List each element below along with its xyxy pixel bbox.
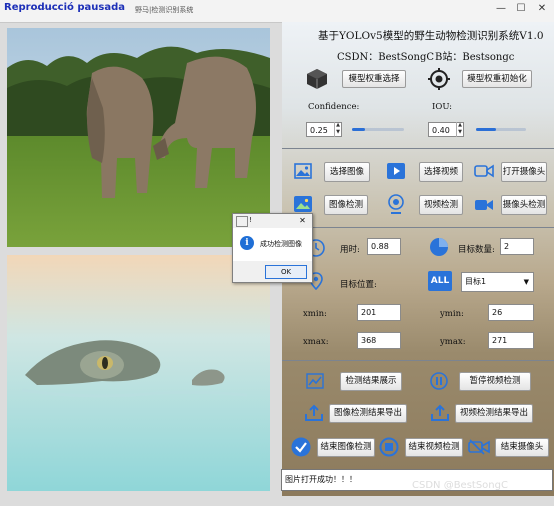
playback-paused-overlay: Reproducció pausada xyxy=(4,2,125,13)
dialog-ok-button[interactable]: OK xyxy=(265,265,307,279)
camera-detect-button[interactable]: 摄像头检测 xyxy=(501,195,547,215)
chevron-down-icon: ▼ xyxy=(523,278,529,286)
video-icon[interactable] xyxy=(386,162,406,180)
end-image-detect-button[interactable]: 结束图像检测 xyxy=(317,438,375,457)
ymin-label: ymin: xyxy=(440,309,464,319)
confidence-value: 0.25 xyxy=(310,126,328,135)
target-count-value: 2 xyxy=(500,238,534,255)
divider xyxy=(282,360,554,361)
confidence-label: Confidence: xyxy=(308,102,360,112)
dialog-body: i 成功检测图像 xyxy=(233,228,312,261)
close-window-button[interactable]: ✕ xyxy=(535,2,549,16)
status-text: 图片打开成功！！！ xyxy=(285,475,357,484)
maximize-button[interactable]: ☐ xyxy=(514,2,528,16)
target-select-value: 目标1 xyxy=(465,277,487,286)
end-camera-button[interactable]: 结束摄像头 xyxy=(495,438,549,457)
pause-video-detect-button[interactable]: 暂停视频检测 xyxy=(459,372,531,391)
target-position-label: 目标位置: xyxy=(340,280,377,290)
camera-detect-icon[interactable] xyxy=(473,196,495,214)
dialog-title: ! xyxy=(249,216,252,224)
app-title: 基于YOLOv5模型的野生动物检测识别系统V1.0 xyxy=(318,30,544,42)
bilibili-label: B站：Bestsongc xyxy=(435,52,515,63)
export-image-results-button[interactable]: 图像检测结果导出 xyxy=(329,404,407,423)
original-image-view xyxy=(7,28,270,247)
all-targets-icon: ALL xyxy=(428,271,452,291)
select-video-button[interactable]: 选择视频 xyxy=(419,162,463,182)
divider xyxy=(282,148,554,149)
confidence-spin-arrows[interactable]: ▲ ▼ xyxy=(334,122,341,137)
target-icon[interactable] xyxy=(427,67,451,91)
detection-result-image-view xyxy=(7,255,270,491)
open-camera-button[interactable]: 打开摄像头 xyxy=(501,162,547,182)
window-title: 野马|检测识别系统 xyxy=(135,6,194,14)
window-titlebar: ····· · ····· 野马|检测识别系统 Reproducció paus… xyxy=(0,0,554,23)
time-label: 用时: xyxy=(340,245,360,255)
image-detect-button[interactable]: 图像检测 xyxy=(324,195,368,215)
iou-slider-fill xyxy=(476,128,496,131)
pause-icon[interactable] xyxy=(429,371,449,391)
stop-icon[interactable] xyxy=(378,436,400,458)
iou-label: IOU: xyxy=(432,102,453,112)
message-dialog: ! ✕ i 成功检测图像 OK xyxy=(232,213,313,283)
end-video-detect-button[interactable]: 结束视频检测 xyxy=(405,438,463,457)
crocodile-photo xyxy=(7,255,270,491)
show-results-button[interactable]: 检测结果展示 xyxy=(340,372,402,391)
camera-icon[interactable] xyxy=(473,162,495,180)
xmin-value: 201 xyxy=(357,304,401,321)
watermark: CSDN @BestSongC xyxy=(412,480,508,491)
upload-icon[interactable] xyxy=(429,403,451,423)
dialog-close-button[interactable]: ✕ xyxy=(296,215,309,226)
confidence-slider[interactable] xyxy=(352,128,404,131)
confidence-slider-fill xyxy=(352,128,365,131)
image-icon[interactable] xyxy=(293,162,313,180)
xmax-label: xmax: xyxy=(303,337,329,347)
pie-icon xyxy=(428,236,450,258)
export-video-results-button[interactable]: 视频检测结果导出 xyxy=(455,404,533,423)
minimize-button[interactable]: — xyxy=(494,2,508,16)
ymax-value: 271 xyxy=(488,332,534,349)
target-count-label: 目标数量: xyxy=(458,245,495,255)
iou-spin-arrows[interactable]: ▲ ▼ xyxy=(456,122,463,137)
webcam-icon[interactable] xyxy=(386,193,406,215)
iou-value: 0.40 xyxy=(432,126,450,135)
video-detect-button[interactable]: 视频检测 xyxy=(419,195,463,215)
ymax-label: ymax: xyxy=(440,337,466,347)
camera-off-icon[interactable] xyxy=(467,437,491,457)
time-value: 0.88 xyxy=(367,238,401,255)
control-panel xyxy=(282,22,554,496)
info-icon: i xyxy=(240,236,254,250)
upload-icon[interactable] xyxy=(303,403,325,423)
rhino-photo xyxy=(7,28,270,247)
model-weight-select-button[interactable]: 模型权重选择 xyxy=(342,70,406,88)
chart-icon[interactable] xyxy=(305,372,325,390)
image-detect-icon[interactable] xyxy=(293,195,313,213)
target-select-dropdown[interactable]: 目标1 ▼ xyxy=(461,272,534,292)
csdn-label: CSDN：BestSongC xyxy=(337,52,435,63)
cube-icon[interactable] xyxy=(305,67,329,91)
xmax-value: 368 xyxy=(357,332,401,349)
dialog-message: 成功检测图像 xyxy=(260,240,302,248)
model-weight-init-button[interactable]: 模型权重初始化 xyxy=(462,70,532,88)
dialog-app-icon xyxy=(236,216,248,227)
xmin-label: xmin: xyxy=(303,309,327,319)
select-image-button[interactable]: 选择图像 xyxy=(324,162,370,182)
ymin-value: 26 xyxy=(488,304,534,321)
checkmark-circle-icon[interactable] xyxy=(290,436,312,458)
iou-slider[interactable] xyxy=(476,128,526,131)
divider xyxy=(282,227,554,228)
